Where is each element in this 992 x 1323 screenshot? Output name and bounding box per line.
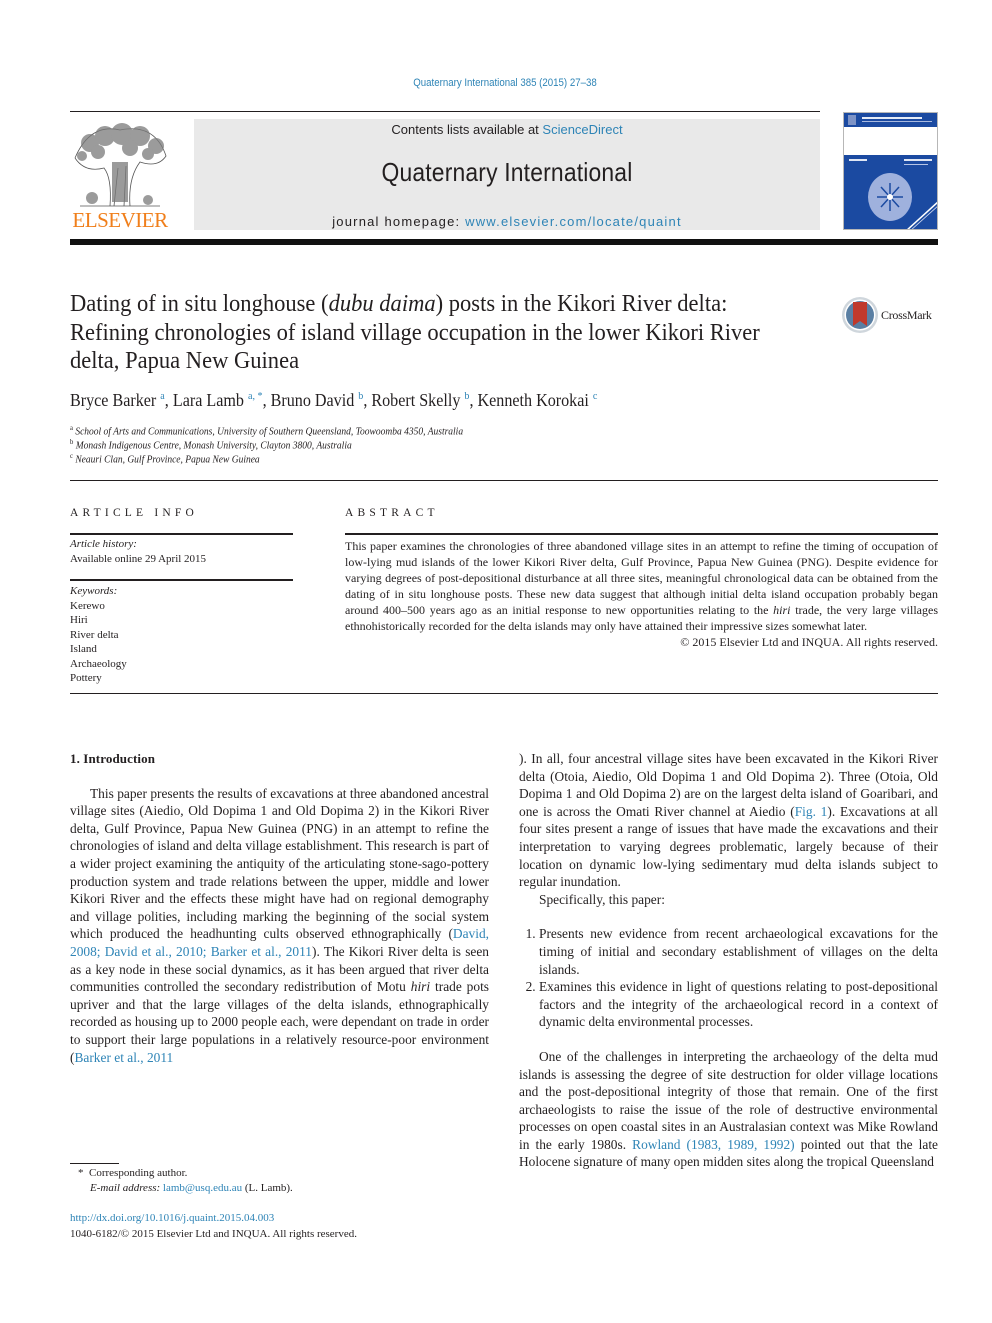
abstract-copyright: © 2015 Elsevier Ltd and INQUA. All right… xyxy=(680,635,938,649)
affiliation: c Neauri Clan, Gulf Province, Papua New … xyxy=(70,452,260,466)
body-paragraph-continued: ). In all, four ancestral village sites … xyxy=(519,751,938,890)
history-label: Article history: xyxy=(70,538,137,550)
article-title: Dating of in situ longhouse (dubu daima)… xyxy=(70,290,760,374)
header-top-rule xyxy=(70,111,820,112)
citation-link[interactable]: Rowland (1983, 1989, 1992) xyxy=(632,1137,795,1152)
footnote-rule xyxy=(70,1163,119,1164)
keyword: Island xyxy=(70,643,97,655)
divider xyxy=(70,579,293,581)
contents-line: Contents lists available at ScienceDirec… xyxy=(391,122,623,137)
issn-copyright: 1040-6182/© 2015 Elsevier Ltd and INQUA.… xyxy=(70,1227,357,1240)
homepage-line: journal homepage: www.elsevier.com/locat… xyxy=(332,214,682,229)
keywords: Keywords: Kerewo Hiri River delta Island… xyxy=(70,584,293,686)
journal-name: Quaternary International xyxy=(381,157,633,187)
figure-link[interactable]: Fig. 1 xyxy=(795,804,828,819)
elsevier-wordmark: ELSEVIER xyxy=(72,208,168,232)
keywords-label: Keywords: xyxy=(70,585,118,597)
body-paragraph: This paper presents the results of excav… xyxy=(70,785,489,1065)
keyword: Archaeology xyxy=(70,657,127,670)
divider xyxy=(70,533,293,535)
body-column-left: 1. Introduction This paper presents the … xyxy=(70,750,489,1066)
affiliation: b Monash Indigenous Centre, Monash Unive… xyxy=(70,438,352,452)
elsevier-logo: ELSEVIER xyxy=(70,118,170,233)
divider xyxy=(70,480,938,481)
article-history: Article history: Available online 29 Apr… xyxy=(70,537,293,566)
journal-reference-link[interactable]: Quaternary International 385 (2015) 27–3… xyxy=(61,77,950,89)
body-paragraph: One of the challenges in interpreting th… xyxy=(519,1048,938,1170)
crossmark-icon xyxy=(842,297,878,333)
email-link[interactable]: lamb@usq.edu.au xyxy=(163,1182,242,1194)
affiliation: a School of Arts and Communications, Uni… xyxy=(70,424,464,438)
author[interactable]: Lara Lamb a, * xyxy=(173,390,263,410)
abstract-heading: ABSTRACT xyxy=(345,507,439,519)
body-paragraph: Specifically, this paper: xyxy=(539,891,665,907)
keyword: River delta xyxy=(70,628,119,641)
header-thick-rule xyxy=(70,239,938,245)
doi-link[interactable]: http://dx.doi.org/10.1016/j.quaint.2015.… xyxy=(70,1212,274,1224)
keyword: Pottery xyxy=(70,672,102,684)
journal-homepage-link[interactable]: www.elsevier.com/locate/quaint xyxy=(465,214,682,229)
doi-block: http://dx.doi.org/10.1016/j.quaint.2015.… xyxy=(70,1211,357,1242)
author-list: Bryce Barker a, Lara Lamb a, *, Bruno Da… xyxy=(70,390,598,410)
divider xyxy=(70,693,938,694)
author[interactable]: Bryce Barker a xyxy=(70,390,165,410)
keyword: Hiri xyxy=(70,614,88,626)
section-heading: 1. Introduction xyxy=(70,751,156,766)
sciencedirect-link[interactable]: ScienceDirect xyxy=(542,122,622,137)
elsevier-tree-icon xyxy=(74,123,167,207)
citation-link[interactable]: Barker et al., 2011 xyxy=(74,1050,173,1065)
corresponding-author-note: * Corresponding author. E-mail address: … xyxy=(78,1167,293,1194)
keyword: Kerewo xyxy=(70,599,105,612)
author[interactable]: Bruno David b xyxy=(271,390,364,410)
journal-cover-thumbnail[interactable] xyxy=(843,112,938,230)
objectives-list: Presents new evidence from recent archae… xyxy=(519,925,938,1031)
journal-banner: Contents lists available at ScienceDirec… xyxy=(194,119,820,230)
list-item: Presents new evidence from recent archae… xyxy=(539,925,938,978)
list-item: Examines this evidence in light of quest… xyxy=(539,978,938,1031)
article-info-heading: ARTICLE INFO xyxy=(70,507,198,519)
crossmark-label: CrossMark xyxy=(881,308,932,322)
abstract-body: This paper examines the chronologies of … xyxy=(345,539,938,649)
author[interactable]: Kenneth Korokai c xyxy=(478,390,598,410)
author[interactable]: Robert Skelly b xyxy=(371,390,469,410)
divider xyxy=(345,533,938,535)
body-column-right: ). In all, four ancestral village sites … xyxy=(519,750,938,1171)
crossmark-button[interactable]: CrossMark xyxy=(841,296,941,336)
journal-cover-image xyxy=(844,113,937,229)
history-value: Available online 29 April 2015 xyxy=(70,552,207,565)
